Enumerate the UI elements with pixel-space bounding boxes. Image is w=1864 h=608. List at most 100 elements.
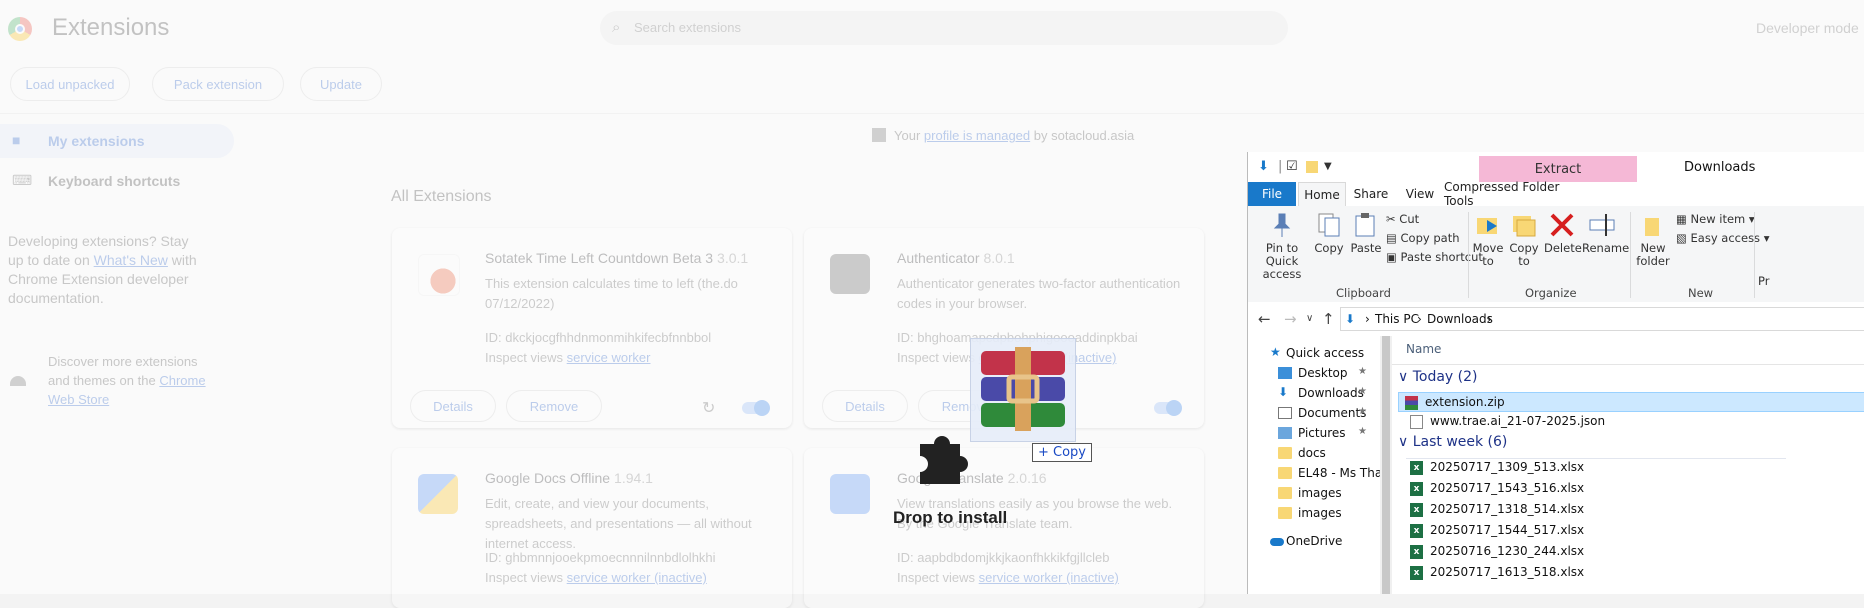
file-row[interactable]: x 20250717_1543_516.xlsx xyxy=(1404,479,1864,499)
extension-id: ID: aapbdbdomjkkjkaonfhkkikfgjllcleb xyxy=(897,550,1110,565)
extension-description: Edit, create, and view your documents, s… xyxy=(485,496,752,551)
file-row[interactable]: x 20250717_1544_517.xlsx xyxy=(1404,521,1864,541)
extension-name: Authenticator 8.0.1 xyxy=(897,250,1015,266)
address-bar-row: ← → ∨ ↑ ⬇ › This PC › Downloads › xyxy=(1248,302,1864,337)
file-row[interactable]: x 20250717_1613_518.xlsx xyxy=(1404,563,1864,583)
easy-access-button[interactable]: ▧ Easy access ▾ xyxy=(1676,231,1770,245)
breadcrumb-chevron-icon[interactable]: › xyxy=(1365,312,1370,326)
remove-button[interactable]: Remove xyxy=(506,390,602,422)
puzzle-piece-icon xyxy=(920,436,968,484)
pin-quick-access-button[interactable]: Pin to Quick access xyxy=(1252,212,1312,281)
extension-logo-icon xyxy=(418,254,460,296)
paste-button[interactable]: Paste xyxy=(1348,212,1384,255)
nav-keyboard-shortcuts[interactable]: ⌨ Keyboard shortcuts xyxy=(0,164,234,198)
rename-button[interactable]: Rename xyxy=(1582,212,1629,255)
new-folder-icon[interactable] xyxy=(1306,161,1318,173)
easy-access-label: Easy access xyxy=(1690,231,1761,245)
customize-quick-access-icon[interactable]: ▼ xyxy=(1324,161,1332,172)
details-button[interactable]: Details xyxy=(410,390,496,422)
breadcrumb-this-pc[interactable]: This PC xyxy=(1375,312,1419,326)
copy-to-button[interactable]: Copy to xyxy=(1506,212,1542,268)
title-bar: ⬇ | ☑ ▼ Extract Downloads xyxy=(1248,152,1864,182)
delete-label: Delete xyxy=(1544,241,1582,255)
inspect-link[interactable]: service worker (inactive) xyxy=(567,570,707,585)
tab-file[interactable]: File xyxy=(1248,182,1296,206)
rename-label: Rename xyxy=(1582,241,1630,255)
pack-extension-button[interactable]: Pack extension xyxy=(152,67,284,101)
recent-locations-icon[interactable]: ∨ xyxy=(1306,313,1313,324)
drop-to-install-label: Drop to install xyxy=(893,508,1008,527)
pin-icon[interactable]: ★ xyxy=(1358,406,1367,417)
new-folder-button[interactable]: New folder xyxy=(1634,212,1672,268)
file-row[interactable]: x 20250717_1309_513.xlsx xyxy=(1404,458,1864,478)
tab-share[interactable]: Share xyxy=(1346,182,1396,206)
copy-button[interactable]: Copy xyxy=(1312,212,1346,255)
breadcrumb-chevron-icon[interactable]: › xyxy=(1487,312,1492,326)
scissors-icon: ✂ xyxy=(1386,212,1396,226)
forward-arrow-icon[interactable]: → xyxy=(1284,310,1297,328)
extension-card: Google Docs Offline 1.94.1 Edit, create, … xyxy=(392,448,792,608)
cut-label: Cut xyxy=(1399,212,1420,226)
folder-icon xyxy=(1278,487,1292,499)
nav-my-extensions[interactable]: ■ My extensions xyxy=(0,124,234,158)
extension-logo-icon xyxy=(418,474,458,514)
copy-path-icon: ▤ xyxy=(1386,231,1397,245)
file-explorer-window: ⬇ | ☑ ▼ Extract Downloads File Home Shar… xyxy=(1247,152,1864,594)
file-name: extension.zip xyxy=(1425,395,1505,409)
desktop-icon xyxy=(1278,367,1292,379)
pin-icon[interactable]: ★ xyxy=(1358,386,1367,397)
extension-name: Sotatek Time Left Countdown Beta 3 3.0.1 xyxy=(485,250,748,266)
extension-logo-icon xyxy=(830,474,870,514)
new-folder-label: New folder xyxy=(1636,241,1670,268)
inspect-link[interactable]: service worker xyxy=(567,350,651,365)
profile-managed-link[interactable]: profile is managed xyxy=(924,128,1030,143)
developer-mode-label[interactable]: Developer mode xyxy=(1756,20,1859,36)
tab-compressed-folder-tools[interactable]: Compressed Folder Tools xyxy=(1444,180,1579,208)
group-separator xyxy=(1754,212,1755,298)
new-item-button[interactable]: ▦ New item ▾ xyxy=(1676,212,1755,226)
breadcrumb-downloads[interactable]: Downloads xyxy=(1427,312,1493,326)
paste-label: Paste xyxy=(1350,241,1382,255)
move-to-button[interactable]: Move to xyxy=(1470,212,1506,268)
pin-icon[interactable]: ★ xyxy=(1358,366,1367,377)
down-arrow-icon[interactable]: ⬇ xyxy=(1258,159,1269,174)
breadcrumb-chevron-icon[interactable]: › xyxy=(1417,312,1422,326)
address-bar[interactable]: ⬇ › This PC › Downloads › xyxy=(1340,307,1864,331)
enable-toggle[interactable] xyxy=(1154,400,1182,416)
load-unpacked-button[interactable]: Load unpacked xyxy=(10,67,130,101)
column-header-name[interactable]: Name xyxy=(1392,336,1864,365)
inspect-link[interactable]: service worker (inactive) xyxy=(979,570,1119,585)
folder-icon xyxy=(1278,447,1292,459)
tab-home[interactable]: Home xyxy=(1298,182,1346,206)
pin-icon[interactable]: ★ xyxy=(1358,426,1367,437)
scrollbar-thumb[interactable] xyxy=(1382,336,1390,594)
back-arrow-icon[interactable]: ← xyxy=(1258,310,1271,328)
file-row[interactable]: www.trae.ai_21-07-2025.json xyxy=(1404,412,1864,432)
extension-version: 2.0.16 xyxy=(1007,470,1047,486)
copy-path-button[interactable]: ▤ Copy path xyxy=(1386,231,1460,245)
file-row[interactable]: x 20250716_1230_244.xlsx xyxy=(1404,542,1864,562)
separator-glyph: | xyxy=(1278,159,1283,174)
dragged-archive-icon[interactable] xyxy=(970,338,1076,442)
search-input[interactable]: ⌕ Search extensions xyxy=(600,11,1288,45)
cut-button[interactable]: ✂ Cut xyxy=(1386,212,1419,226)
file-row[interactable]: extension.zip xyxy=(1398,392,1864,412)
reload-icon[interactable]: ↻ xyxy=(702,398,715,418)
enable-toggle[interactable] xyxy=(742,400,770,416)
file-row[interactable]: x 20250717_1318_514.xlsx xyxy=(1404,500,1864,520)
whats-new-link[interactable]: What's New xyxy=(94,252,168,268)
extension-logo-icon xyxy=(830,254,870,294)
tab-view[interactable]: View xyxy=(1396,182,1444,206)
group-separator xyxy=(1468,212,1469,298)
column-name-label: Name xyxy=(1406,342,1442,356)
properties-icon[interactable]: ☑ xyxy=(1286,159,1298,174)
nav-scrollbar[interactable] xyxy=(1380,336,1392,594)
properties-button-partial[interactable]: Pr xyxy=(1758,274,1769,288)
update-button[interactable]: Update xyxy=(300,67,382,101)
excel-file-icon: x xyxy=(1410,503,1423,517)
details-button[interactable]: Details xyxy=(822,390,908,422)
delete-button[interactable]: Delete xyxy=(1544,212,1582,255)
extract-context-tab[interactable]: Extract xyxy=(1479,156,1637,182)
managed-suffix: by sotacloud.asia xyxy=(1033,128,1135,143)
up-arrow-icon[interactable]: ↑ xyxy=(1322,310,1335,328)
